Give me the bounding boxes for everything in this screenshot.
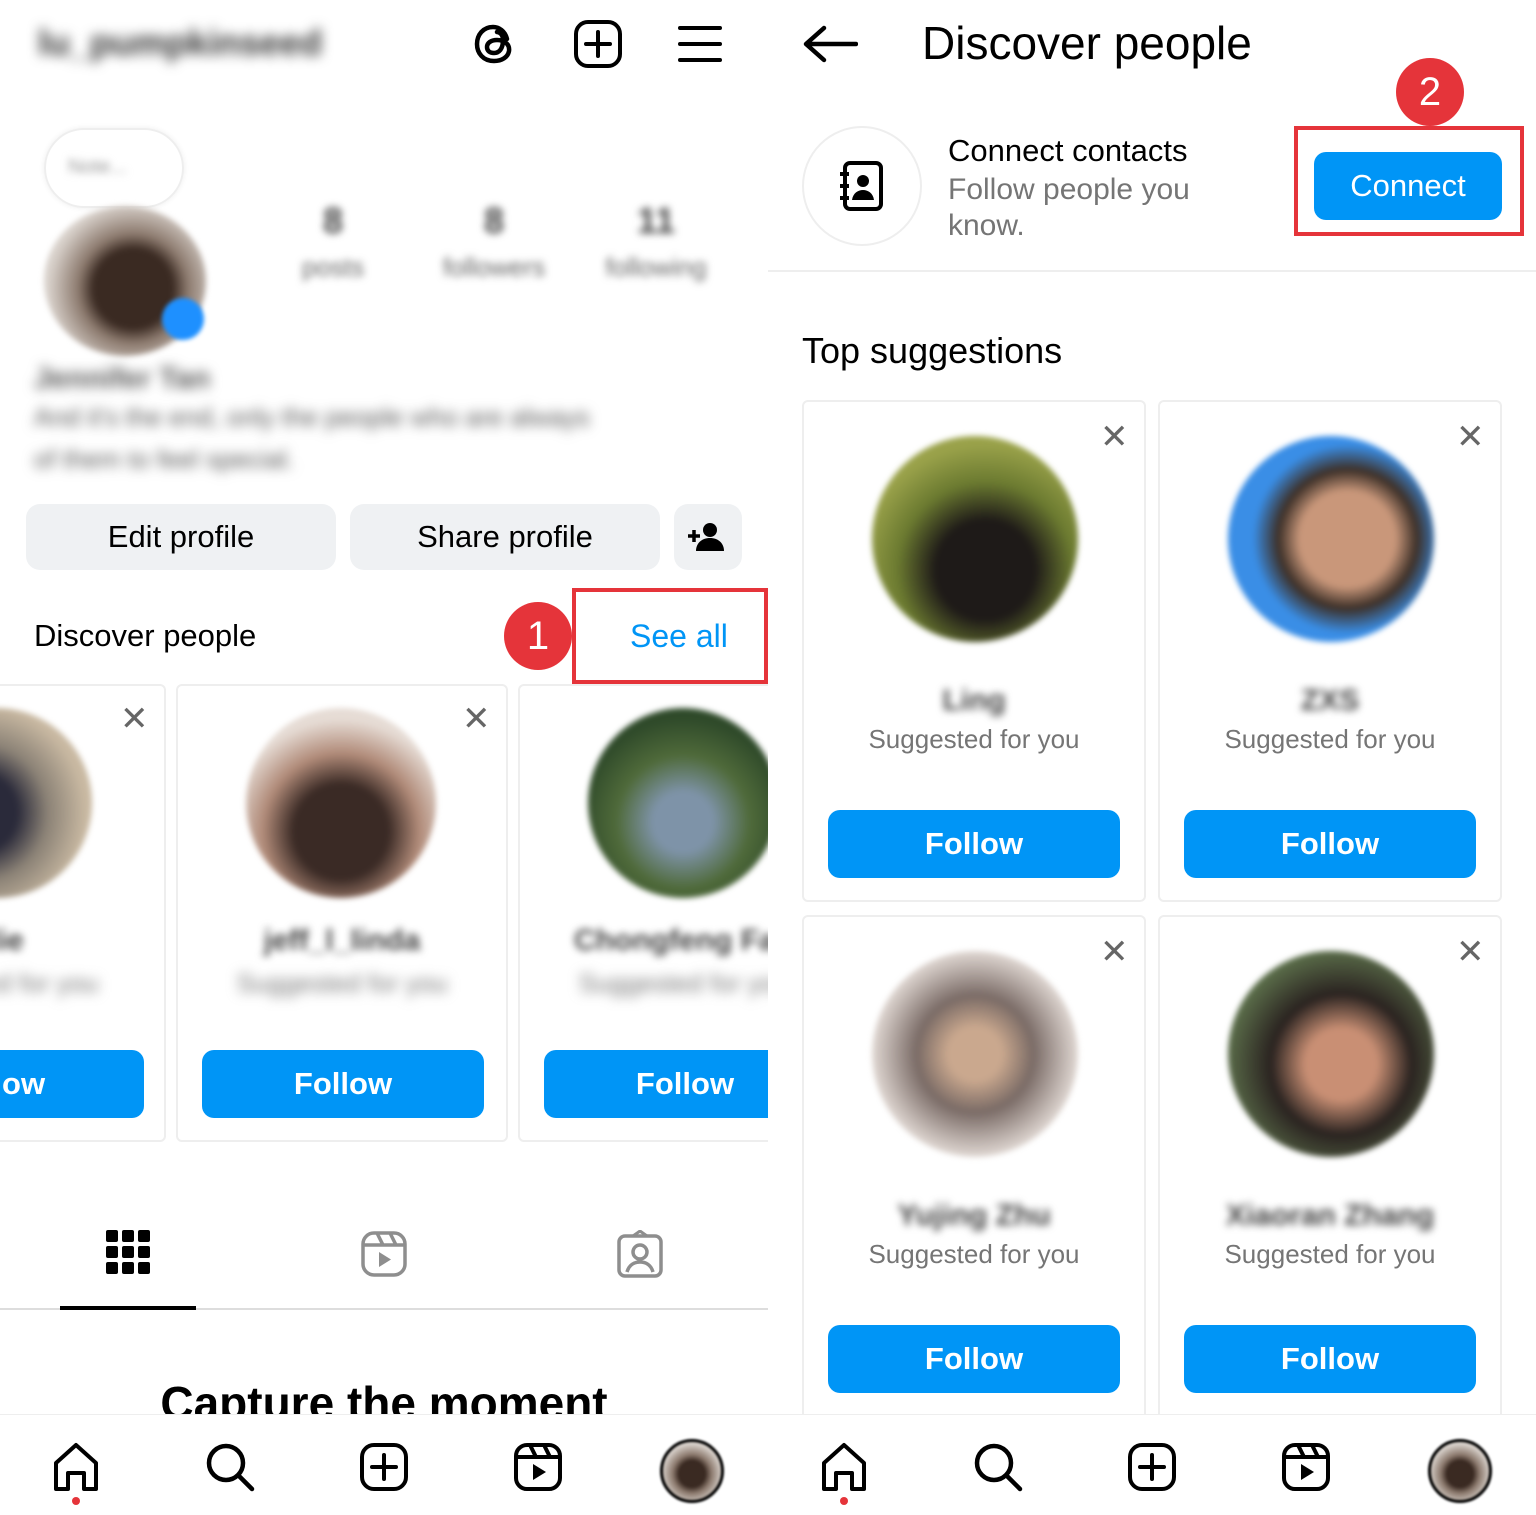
edit-profile-button[interactable]: Edit profile (26, 504, 336, 570)
suggestion-card[interactable]: Chongfeng Fan Suggested for you Follow (518, 684, 768, 1142)
connect-contacts-subtitle: Follow people you know. (948, 173, 1190, 242)
dismiss-icon[interactable]: ✕ (1100, 935, 1129, 969)
tab-reels[interactable] (316, 1230, 452, 1310)
profile-bio-line: And it's the end, only the people who ar… (34, 402, 590, 432)
suggested-subtitle: Suggested for you (868, 724, 1080, 754)
follow-button[interactable]: Follow (544, 1050, 768, 1118)
suggested-user-avatar[interactable] (1228, 951, 1434, 1157)
search-icon[interactable] (968, 1437, 1028, 1497)
profile-bio-line: of them to feel special. (34, 444, 295, 474)
follow-button[interactable]: Follow (1184, 810, 1476, 878)
follow-button[interactable]: Follow (202, 1050, 484, 1118)
step-badge: 2 (1396, 58, 1464, 126)
suggested-user-avatar[interactable] (246, 708, 436, 898)
create-icon[interactable] (570, 16, 626, 72)
search-icon[interactable] (200, 1437, 260, 1497)
suggested-user-avatar[interactable] (1228, 436, 1434, 642)
dismiss-icon[interactable]: ✕ (462, 702, 491, 736)
back-arrow-icon[interactable] (798, 16, 862, 72)
suggested-user-avatar[interactable] (588, 708, 768, 898)
stat-followers[interactable]: 8 followers (428, 200, 560, 283)
suggested-username[interactable]: Chongfeng Fan (520, 924, 768, 958)
suggestion-card[interactable]: ✕ ZXS Suggested for you Follow (1158, 400, 1502, 902)
suggestion-card[interactable]: ✕ Ling Suggested for you Follow (802, 400, 1146, 902)
top-suggestions-heading: Top suggestions (802, 330, 1063, 371)
connect-button[interactable]: Connect (1314, 152, 1502, 220)
tagged-icon (617, 1230, 663, 1278)
add-story-badge[interactable] (162, 298, 204, 340)
suggested-user-avatar[interactable] (872, 436, 1078, 642)
see-all-link[interactable]: See all (630, 618, 728, 655)
suggested-subtitle: Suggested for you (1224, 724, 1436, 754)
suggested-username[interactable]: jeff_l_linda (178, 924, 506, 958)
new-post-icon[interactable] (354, 1437, 414, 1497)
follow-button[interactable]: Follow (0, 1050, 144, 1118)
suggestion-card[interactable]: ✕ jeff_l_linda Suggested for you Follow (176, 684, 508, 1142)
threads-icon[interactable] (468, 16, 524, 72)
profile-name: Jennifer Tan (34, 362, 211, 395)
suggested-username[interactable]: Ling (804, 684, 1144, 718)
follow-button[interactable]: Follow (828, 810, 1120, 878)
add-person-icon (688, 523, 724, 551)
note-bubble[interactable]: Note... (44, 128, 184, 208)
suggestion-card[interactable]: ✕ Xiaoran Zhang Suggested for you Follow (1158, 915, 1502, 1435)
suggested-username[interactable]: Xiaoran Zhang (1160, 1199, 1500, 1233)
contacts-book-icon (840, 161, 883, 211)
suggested-username[interactable]: Ellie (0, 924, 164, 958)
share-profile-button[interactable]: Share profile (350, 504, 660, 570)
suggestion-card[interactable]: ✕ Ellie Suggested for you Follow (0, 684, 166, 1142)
bottom-navigation (768, 1414, 1536, 1515)
profile-screen: lu_pumpkinseed Note... 8 posts 8 followe… (0, 0, 768, 1515)
suggested-subtitle: Suggested for you (0, 968, 99, 998)
follow-button[interactable]: Follow (828, 1325, 1120, 1393)
profile-nav-avatar[interactable] (660, 1439, 724, 1503)
dismiss-icon[interactable]: ✕ (1456, 935, 1485, 969)
home-icon[interactable] (46, 1437, 106, 1497)
home-icon[interactable] (814, 1437, 874, 1497)
reels-nav-icon[interactable] (508, 1437, 568, 1497)
dismiss-icon[interactable]: ✕ (120, 702, 149, 736)
menu-icon[interactable] (672, 16, 728, 72)
discover-people-heading: Discover people (34, 618, 257, 653)
profile-tabs (0, 1210, 768, 1310)
suggested-username[interactable]: ZXS (1160, 684, 1500, 718)
notification-dot (840, 1497, 848, 1505)
suggested-user-avatar[interactable] (0, 708, 92, 898)
discover-people-toggle-button[interactable] (674, 504, 742, 570)
account-switcher[interactable]: lu_pumpkinseed (38, 22, 322, 64)
discover-people-screen: Discover people Connect contacts Follow … (768, 0, 1536, 1515)
suggested-subtitle: Suggested for you (236, 968, 448, 998)
notification-dot (72, 1497, 80, 1505)
page-title: Discover people (922, 17, 1252, 69)
dismiss-icon[interactable]: ✕ (1456, 420, 1485, 454)
suggestion-card[interactable]: ✕ Yujing Zhu Suggested for you Follow (802, 915, 1146, 1435)
suggested-username[interactable]: Yujing Zhu (804, 1199, 1144, 1233)
step-badge: 1 (504, 602, 572, 670)
stat-following[interactable]: 11 following (592, 200, 720, 283)
suggested-subtitle: Suggested for you (1224, 1239, 1436, 1269)
reels-icon (361, 1231, 407, 1277)
tab-tagged[interactable] (572, 1230, 708, 1310)
tab-grid[interactable] (60, 1230, 196, 1310)
suggested-subtitle: Suggested for you (578, 968, 768, 998)
contacts-icon-circle (802, 126, 922, 246)
bottom-navigation (0, 1414, 768, 1515)
dismiss-icon[interactable]: ✕ (1100, 420, 1129, 454)
suggested-user-avatar[interactable] (872, 951, 1078, 1157)
new-post-icon[interactable] (1122, 1437, 1182, 1497)
follow-button[interactable]: Follow (1184, 1325, 1476, 1393)
divider (768, 270, 1536, 272)
suggested-subtitle: Suggested for you (868, 1239, 1080, 1269)
connect-contacts-title: Connect contacts (948, 133, 1188, 168)
grid-icon (106, 1230, 150, 1274)
stat-posts[interactable]: 8 posts (290, 200, 376, 283)
reels-nav-icon[interactable] (1276, 1437, 1336, 1497)
profile-nav-avatar[interactable] (1428, 1439, 1492, 1503)
